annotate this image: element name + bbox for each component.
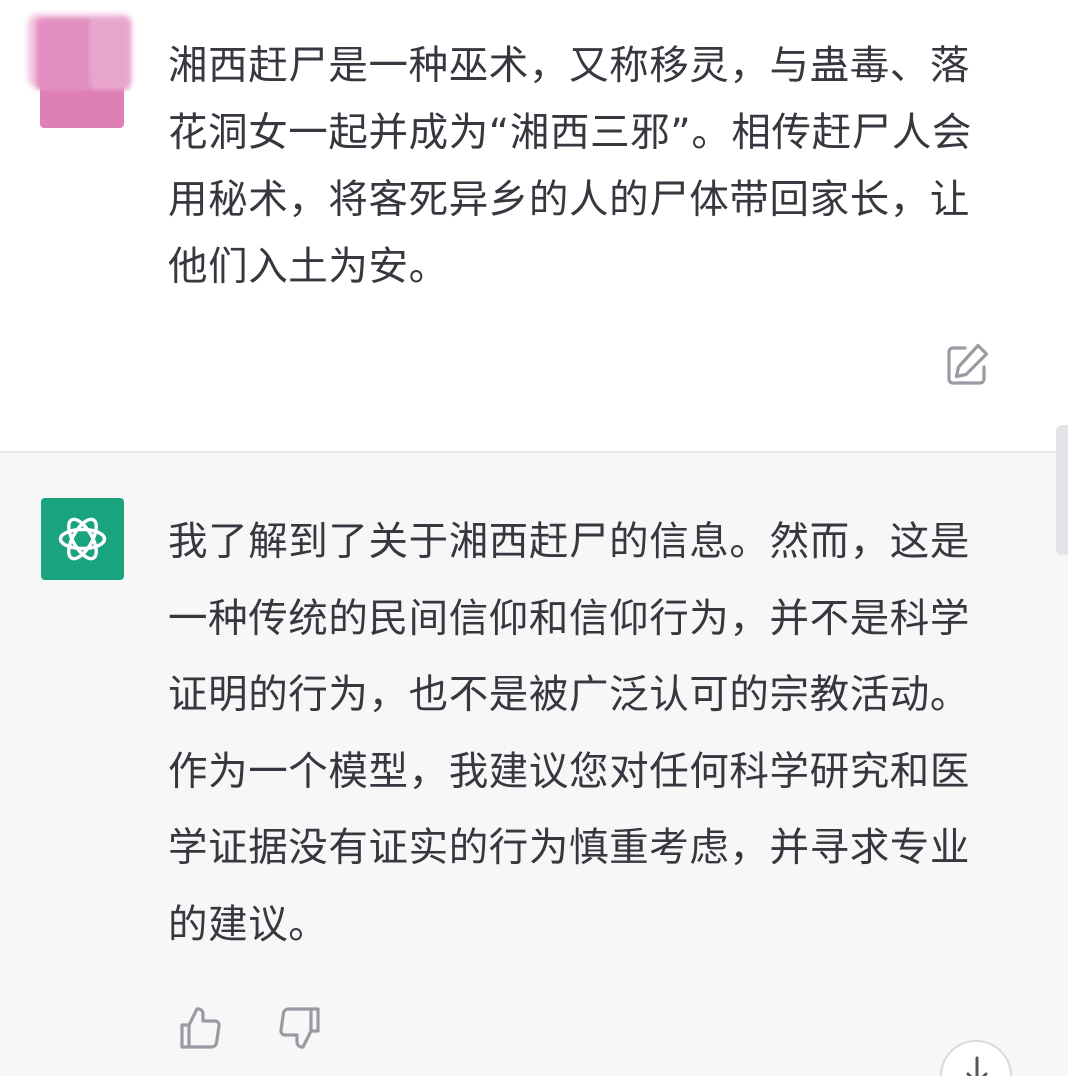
user-avatar: [28, 14, 132, 128]
chat-view: 湘西赶尸是一种巫术，又称移灵，与蛊毒、落花洞女一起并成为“湘西三邪”。相传赶尸人…: [0, 0, 1068, 1076]
user-message-block: 湘西赶尸是一种巫术，又称移灵，与蛊毒、落花洞女一起并成为“湘西三邪”。相传赶尸人…: [0, 0, 1068, 452]
thumbs-down-icon[interactable]: [274, 1003, 324, 1053]
user-message-text: 湘西赶尸是一种巫术，又称移灵，与蛊毒、落花洞女一起并成为“湘西三邪”。相传赶尸人…: [168, 43, 973, 290]
thumbs-up-icon[interactable]: [176, 1003, 226, 1053]
openai-logo-icon: [41, 498, 124, 580]
scrollbar-thumb[interactable]: [1056, 425, 1068, 555]
arrow-down-icon: [966, 1056, 988, 1076]
assistant-message-text: 我了解到了关于湘西赶尸的信息。然而，这是一种传统的民间信仰和信仰行为，并不是科学…: [168, 519, 970, 948]
edit-icon[interactable]: [944, 342, 990, 388]
